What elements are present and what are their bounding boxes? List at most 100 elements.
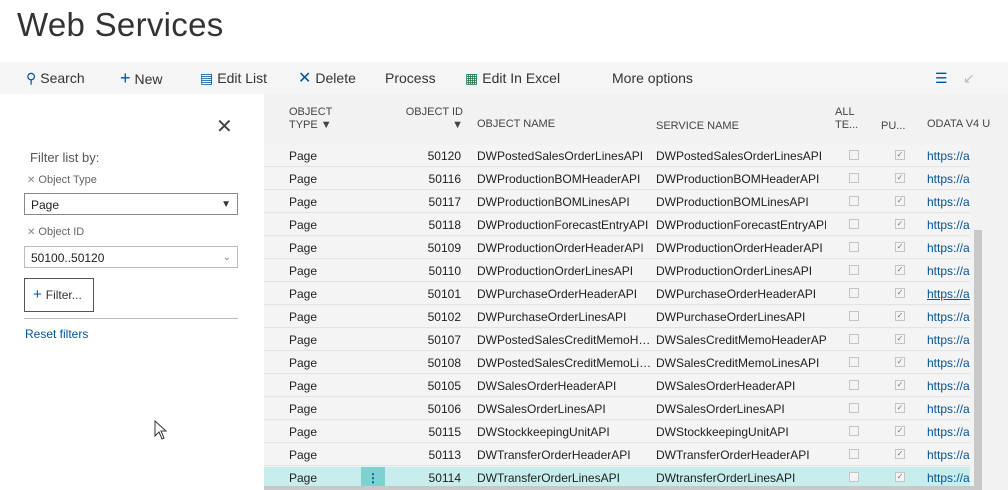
object-type-cell[interactable]: Page <box>289 444 369 466</box>
object-name-cell[interactable]: DWProductionOrderHeaderAPI <box>477 237 652 259</box>
list-view-icon[interactable]: ☰ <box>935 70 948 87</box>
service-name-cell[interactable]: DWProductionOrderLinesAPI <box>656 260 826 282</box>
table-row[interactable]: Page 50117 DWProductionBOMLinesAPI DWProduc… <box>264 191 970 213</box>
service-name-cell[interactable]: DWProductionForecastEntryAPI <box>656 214 826 236</box>
object-type-cell[interactable]: Page <box>289 191 369 213</box>
all-tenants-checkbox[interactable] <box>849 357 859 367</box>
odata-url-link[interactable]: https://a <box>927 283 972 305</box>
service-name-cell[interactable]: DWSalesCreditMemoLinesAPI <box>656 352 826 374</box>
all-tenants-checkbox[interactable] <box>849 311 859 321</box>
odata-url-link[interactable]: https://a <box>927 421 972 443</box>
object-id-cell[interactable]: 50115 <box>394 421 461 443</box>
object-name-cell[interactable]: DWPostedSalesCreditMemoHe... <box>477 329 652 351</box>
service-name-cell[interactable]: DWSalesOrderHeaderAPI <box>656 375 826 397</box>
odata-url-link[interactable]: https://a <box>927 375 972 397</box>
all-tenants-checkbox[interactable] <box>849 196 859 206</box>
odata-url-link[interactable]: https://a <box>927 444 972 466</box>
process-menu[interactable]: Process <box>385 62 436 94</box>
all-tenants-checkbox[interactable] <box>849 449 859 459</box>
published-checkbox[interactable]: ✓ <box>895 334 905 344</box>
horizontal-scrollbar[interactable] <box>264 486 974 490</box>
all-tenants-checkbox[interactable] <box>849 219 859 229</box>
odata-url-link[interactable]: https://a <box>927 214 972 236</box>
vertical-scrollbar-thumb[interactable] <box>974 230 982 490</box>
odata-url-link[interactable]: https://a <box>927 352 972 374</box>
object-type-cell[interactable]: Page <box>289 352 369 374</box>
column-header-object-name[interactable]: OBJECT NAME <box>477 118 555 131</box>
object-id-cell[interactable]: 50107 <box>394 329 461 351</box>
service-name-cell[interactable]: DWProductionBOMHeaderAPI <box>656 168 826 190</box>
object-type-cell[interactable]: Page <box>289 375 369 397</box>
table-row[interactable]: Page 50102 DWPurchaseOrderLinesAPI DWPurcha… <box>264 306 970 328</box>
object-name-cell[interactable]: DWTransferOrderHeaderAPI <box>477 444 652 466</box>
table-row[interactable]: Page 50120 DWPostedSalesOrderLinesAPI DWPos… <box>264 145 970 167</box>
table-row[interactable]: Page 50109 DWProductionOrderHeaderAPI DWPro… <box>264 237 970 259</box>
table-row[interactable]: Page 50108 DWPostedSalesCreditMemoLin... DW… <box>264 352 970 374</box>
published-checkbox[interactable]: ✓ <box>895 196 905 206</box>
published-checkbox[interactable]: ✓ <box>895 357 905 367</box>
object-name-cell[interactable]: DWProductionOrderLinesAPI <box>477 260 652 282</box>
search-button[interactable]: ⚲ Search <box>26 62 85 94</box>
odata-url-link[interactable]: https://a <box>927 145 972 167</box>
service-name-cell[interactable]: DWProductionBOMLinesAPI <box>656 191 826 213</box>
object-id-cell[interactable]: 50106 <box>394 398 461 420</box>
object-name-cell[interactable]: DWPostedSalesCreditMemoLin... <box>477 352 652 374</box>
table-row[interactable]: Page 50116 DWProductionBOMHeaderAPI DWProdu… <box>264 168 970 190</box>
edit-in-excel-button[interactable]: ▦ Edit In Excel <box>465 62 560 94</box>
object-type-cell[interactable]: Page <box>289 237 369 259</box>
object-name-cell[interactable]: DWPostedSalesOrderLinesAPI <box>477 145 652 167</box>
all-tenants-checkbox[interactable] <box>849 380 859 390</box>
table-row[interactable]: Page 50115 DWStockkeepingUnitAPI DWStockkee… <box>264 421 970 443</box>
more-options-button[interactable]: More options <box>612 62 693 94</box>
published-checkbox[interactable]: ✓ <box>895 426 905 436</box>
published-checkbox[interactable]: ✓ <box>895 472 905 482</box>
all-tenants-checkbox[interactable] <box>849 150 859 160</box>
close-icon[interactable]: ✕ <box>216 114 233 139</box>
object-name-cell[interactable]: DWProductionBOMHeaderAPI <box>477 168 652 190</box>
collapse-icon[interactable]: ↙ <box>963 70 975 87</box>
remove-filter-icon[interactable]: ✕ <box>27 227 35 238</box>
all-tenants-checkbox[interactable] <box>849 288 859 298</box>
object-type-cell[interactable]: Page <box>289 421 369 443</box>
odata-url-link[interactable]: https://a <box>927 168 972 190</box>
object-type-cell[interactable]: Page <box>289 145 369 167</box>
object-name-cell[interactable]: DWPurchaseOrderHeaderAPI <box>477 283 652 305</box>
table-row[interactable]: Page 50105 DWSalesOrderHeaderAPI DWSalesOrd… <box>264 375 970 397</box>
all-tenants-checkbox[interactable] <box>849 173 859 183</box>
column-header-published[interactable]: PU... <box>881 120 905 133</box>
all-tenants-checkbox[interactable] <box>849 334 859 344</box>
object-type-cell[interactable]: Page <box>289 398 369 420</box>
odata-url-link[interactable]: https://a <box>927 191 972 213</box>
delete-button[interactable]: ✕ Delete <box>298 62 356 94</box>
published-checkbox[interactable]: ✓ <box>895 311 905 321</box>
column-header-service-name[interactable]: SERVICE NAME <box>656 120 739 133</box>
add-filter-button[interactable]: + Filter... <box>24 278 94 312</box>
object-id-cell[interactable]: 50109 <box>394 237 461 259</box>
object-type-cell[interactable]: Page <box>289 260 369 282</box>
object-name-cell[interactable]: DWProductionForecastEntryAPI <box>477 214 652 236</box>
object-id-cell[interactable]: 50108 <box>394 352 461 374</box>
published-checkbox[interactable]: ✓ <box>895 265 905 275</box>
published-checkbox[interactable]: ✓ <box>895 150 905 160</box>
object-id-cell[interactable]: 50113 <box>394 444 461 466</box>
all-tenants-checkbox[interactable] <box>849 265 859 275</box>
object-id-input[interactable]: 50100..50120 ⌄ <box>24 246 238 268</box>
odata-url-link[interactable]: https://a <box>927 237 972 259</box>
odata-url-link[interactable]: https://a <box>927 398 972 420</box>
object-id-cell[interactable]: 50120 <box>394 145 461 167</box>
edit-list-button[interactable]: ▤ Edit List <box>200 62 267 94</box>
object-name-cell[interactable]: DWProductionBOMLinesAPI <box>477 191 652 213</box>
object-name-cell[interactable]: DWPurchaseOrderLinesAPI <box>477 306 652 328</box>
published-checkbox[interactable]: ✓ <box>895 449 905 459</box>
object-type-cell[interactable]: Page <box>289 283 369 305</box>
table-row[interactable]: Page 50118 DWProductionForecastEntryAPI DWP… <box>264 214 970 236</box>
published-checkbox[interactable]: ✓ <box>895 219 905 229</box>
service-name-cell[interactable]: DWSalesOrderLinesAPI <box>656 398 826 420</box>
table-row[interactable]: Page 50106 DWSalesOrderLinesAPI DWSalesOrde… <box>264 398 970 420</box>
object-id-cell[interactable]: 50110 <box>394 260 461 282</box>
object-id-cell[interactable]: 50101 <box>394 283 461 305</box>
published-checkbox[interactable]: ✓ <box>895 380 905 390</box>
reset-filters-link[interactable]: Reset filters <box>25 327 88 341</box>
published-checkbox[interactable]: ✓ <box>895 403 905 413</box>
column-header-all-tenants[interactable]: ALL TE... <box>835 106 861 132</box>
